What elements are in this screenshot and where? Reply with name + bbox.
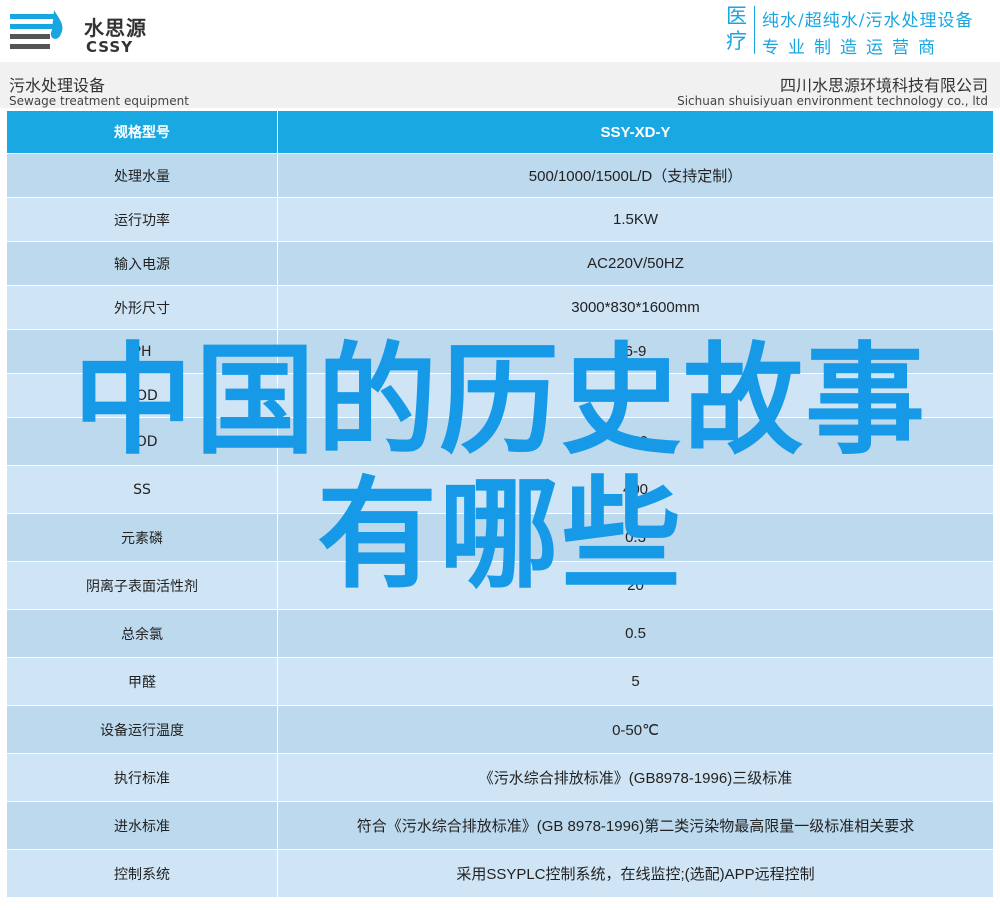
row-label: 控制系统 bbox=[6, 849, 278, 898]
table-row: 甲醛 5 bbox=[6, 657, 994, 706]
row-label: BOD bbox=[6, 417, 278, 466]
row-label: 外形尺寸 bbox=[6, 285, 278, 330]
table-row: 运行功率 1.5KW bbox=[6, 197, 994, 242]
row-value: 符合《污水综合排放标准》(GB 8978-1996)第二类污染物最高限量一级标准… bbox=[277, 801, 994, 850]
row-value: 400 bbox=[277, 465, 994, 514]
row-label: 输入电源 bbox=[6, 241, 278, 286]
table-row: BOD 100 bbox=[6, 417, 994, 466]
header-value: SSY-XD-Y bbox=[277, 110, 994, 154]
company-name-cn: 四川水思源环境科技有限公司 bbox=[779, 76, 988, 95]
medical-label: 医疗 bbox=[726, 4, 747, 53]
row-value: 5 bbox=[277, 657, 994, 706]
row-label: 设备运行温度 bbox=[6, 705, 278, 754]
table-row: 执行标准 《污水综合排放标准》(GB8978-1996)三级标准 bbox=[6, 753, 994, 802]
table-row: 阴离子表面活性剂 20 bbox=[6, 561, 994, 610]
row-label: 元素磷 bbox=[6, 513, 278, 562]
company-name-en: Sichuan shuisiyuan environment technolog… bbox=[677, 94, 988, 108]
table-row: 外形尺寸 3000*830*1600mm bbox=[6, 285, 994, 330]
table-row: PH 6-9 bbox=[6, 329, 994, 374]
table-header-row: 规格型号 SSY-XD-Y bbox=[6, 110, 994, 154]
table-row: 总余氯 0.5 bbox=[6, 609, 994, 658]
row-label: 甲醛 bbox=[6, 657, 278, 706]
slogan-line2: 专业制造运营商 bbox=[762, 38, 944, 58]
table-row: 控制系统 采用SSYPLC控制系统，在线监控;(选配)APP远程控制 bbox=[6, 849, 994, 898]
row-value: 采用SSYPLC控制系统，在线监控;(选配)APP远程控制 bbox=[277, 849, 994, 898]
row-value: 0-50℃ bbox=[277, 705, 994, 754]
sub-header: 污水处理设备 Sewage treatment equipment 四川水思源环… bbox=[0, 62, 1000, 108]
row-value: 20 bbox=[277, 561, 994, 610]
row-value: 0.3 bbox=[277, 513, 994, 562]
logo-name-en: CSSY bbox=[86, 38, 134, 56]
row-value: 1.5KW bbox=[277, 197, 994, 242]
spec-table: 规格型号 SSY-XD-Y 处理水量 500/1000/1500L/D（支持定制… bbox=[6, 110, 994, 898]
table-row: 元素磷 0.3 bbox=[6, 513, 994, 562]
table-row: SS 400 bbox=[6, 465, 994, 514]
row-value: 50 bbox=[277, 373, 994, 418]
category-title-cn: 污水处理设备 bbox=[9, 76, 106, 95]
row-value: 《污水综合排放标准》(GB8978-1996)三级标准 bbox=[277, 753, 994, 802]
row-label: COD bbox=[6, 373, 278, 418]
table-row: 进水标准 符合《污水综合排放标准》(GB 8978-1996)第二类污染物最高限… bbox=[6, 801, 994, 850]
row-label: PH bbox=[6, 329, 278, 374]
row-value: 0.5 bbox=[277, 609, 994, 658]
row-label: 阴离子表面活性剂 bbox=[6, 561, 278, 610]
table-row: 处理水量 500/1000/1500L/D（支持定制） bbox=[6, 153, 994, 198]
logo-name-cn: 水思源 bbox=[84, 16, 147, 40]
row-value: 6-9 bbox=[277, 329, 994, 374]
header-label: 规格型号 bbox=[6, 110, 278, 154]
brand-divider bbox=[754, 6, 755, 54]
water-drop-logo-icon bbox=[10, 10, 63, 49]
row-value: AC220V/50HZ bbox=[277, 241, 994, 286]
row-value: 500/1000/1500L/D（支持定制） bbox=[277, 153, 994, 198]
category-title-en: Sewage treatment equipment bbox=[9, 94, 189, 108]
row-label: 运行功率 bbox=[6, 197, 278, 242]
company-logo: 水思源 CSSY bbox=[8, 6, 208, 56]
row-value: 3000*830*1600mm bbox=[277, 285, 994, 330]
row-label: 处理水量 bbox=[6, 153, 278, 198]
row-label: 执行标准 bbox=[6, 753, 278, 802]
row-label: 总余氯 bbox=[6, 609, 278, 658]
row-label: 进水标准 bbox=[6, 801, 278, 850]
table-row: 设备运行温度 0-50℃ bbox=[6, 705, 994, 754]
table-row: COD 50 bbox=[6, 373, 994, 418]
brand-bar: 水思源 CSSY 医疗 纯水/超纯水/污水处理设备 专业制造运营商 bbox=[0, 0, 1000, 62]
slogan-line1: 纯水/超纯水/污水处理设备 bbox=[762, 11, 974, 31]
row-label: SS bbox=[6, 465, 278, 514]
row-value: 100 bbox=[277, 417, 994, 466]
table-row: 输入电源 AC220V/50HZ bbox=[6, 241, 994, 286]
